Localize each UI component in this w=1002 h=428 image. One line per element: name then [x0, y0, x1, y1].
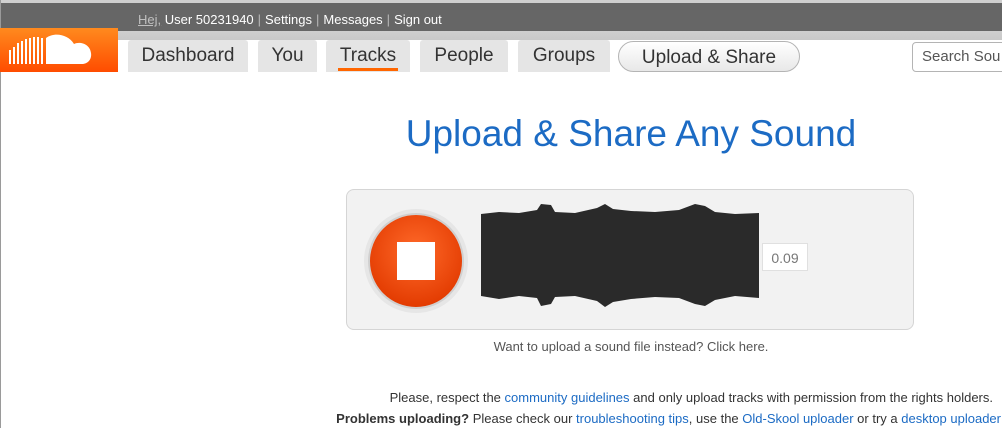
- problems-notice: Problems uploading? Please check our tro…: [336, 411, 1001, 426]
- user-bar-text: Hej, User 50231940 | Settings | Messages | Sig…: [138, 12, 442, 27]
- settings-link[interactable]: Settings: [265, 12, 312, 27]
- user-bar: Hej, User 50231940 | Settings | Messages | Sig…: [1, 3, 1002, 31]
- problems-label: Problems uploading?: [336, 411, 470, 426]
- notice-text: Please, respect the: [389, 390, 505, 405]
- active-tab-indicator: [338, 68, 398, 71]
- desktop-uploader-link[interactable]: desktop uploader: [901, 411, 1001, 426]
- tab-you[interactable]: You: [258, 40, 317, 72]
- signout-link[interactable]: Sign out: [394, 12, 442, 27]
- upload-share-button[interactable]: Upload & Share: [618, 41, 800, 72]
- separator: |: [316, 12, 320, 27]
- messages-link[interactable]: Messages: [323, 12, 382, 27]
- notice-text: , use the: [688, 411, 743, 426]
- stop-record-icon[interactable]: [363, 208, 469, 314]
- page-title: Upload & Share Any Sound: [405, 113, 857, 154]
- user-link[interactable]: User 50231940: [165, 12, 254, 27]
- troubleshooting-link[interactable]: troubleshooting tips: [576, 411, 689, 426]
- notice-text: or try a: [853, 411, 902, 426]
- search-input[interactable]: Search Sou: [912, 42, 1002, 72]
- old-skool-uploader-link[interactable]: Old-Skool uploader: [742, 411, 853, 426]
- notice-text: and only upload tracks with permission f…: [629, 390, 993, 405]
- waveform: [481, 204, 759, 307]
- upload-file-link[interactable]: Want to upload a sound file instead? Cli…: [0, 339, 1002, 354]
- guidelines-notice: Please, respect the community guidelines…: [390, 390, 993, 405]
- notice-text: Please check our: [469, 411, 577, 426]
- greeting: Hej,: [138, 12, 162, 27]
- separator: |: [386, 12, 391, 27]
- recording-time: 0.09: [762, 243, 808, 271]
- community-guidelines-link[interactable]: community guidelines: [505, 390, 630, 405]
- separator: |: [257, 12, 262, 27]
- tab-groups[interactable]: Groups: [518, 40, 610, 72]
- soundcloud-logo[interactable]: [0, 28, 118, 72]
- tab-dashboard[interactable]: Dashboard: [128, 40, 248, 72]
- waveform-shape: [481, 204, 759, 307]
- tab-people[interactable]: People: [420, 40, 508, 72]
